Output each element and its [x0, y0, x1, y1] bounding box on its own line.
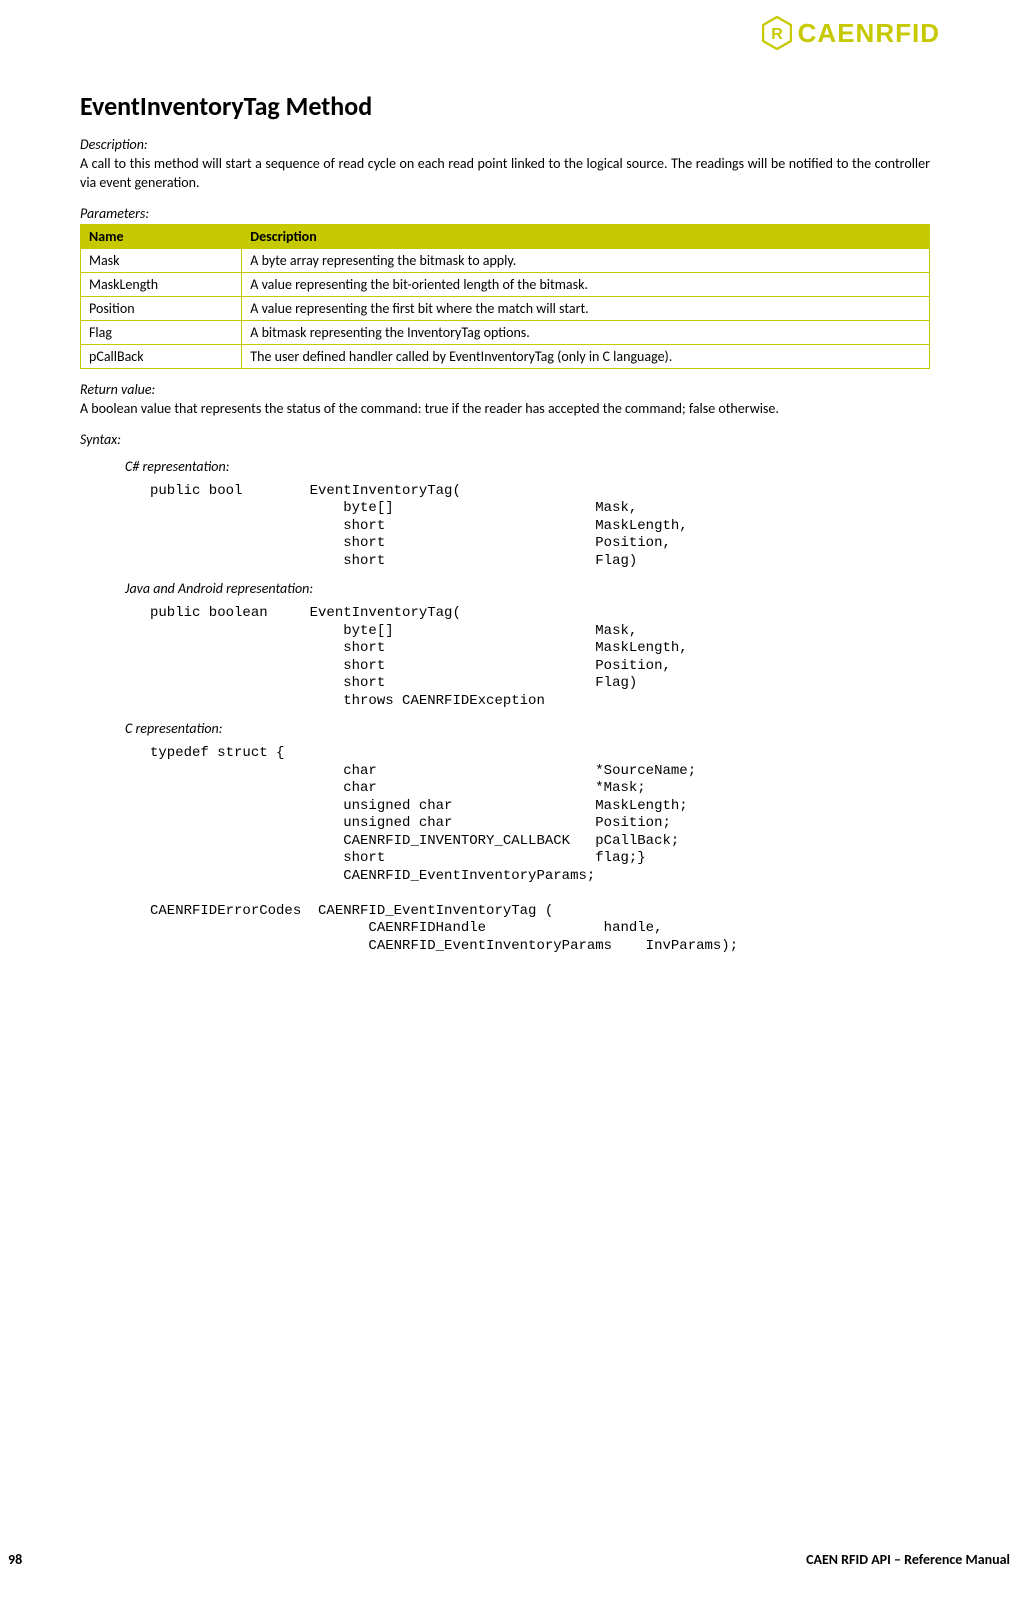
page-number: 98	[8, 1551, 22, 1568]
description-label: Description:	[80, 136, 930, 153]
csharp-code: public bool EventInventoryTag( byte[] Ma…	[150, 483, 930, 571]
return-label: Return value:	[80, 381, 930, 398]
syntax-label: Syntax:	[80, 431, 930, 448]
return-text: A boolean value that represents the stat…	[80, 400, 930, 419]
java-code: public boolean EventInventoryTag( byte[]…	[150, 605, 930, 710]
c-label: C representation:	[125, 720, 930, 737]
page-content: EventInventoryTag Method Description: A …	[80, 90, 930, 955]
footer: 98 CAEN RFID API – Reference Manual	[0, 1551, 1010, 1568]
description-text: A call to this method will start a seque…	[80, 155, 930, 193]
c-code: typedef struct { char *SourceName; char …	[150, 745, 930, 955]
java-label: Java and Android representation:	[125, 580, 930, 597]
hex-icon: R	[762, 16, 792, 50]
table-row: MaskA byte array representing the bitmas…	[81, 248, 930, 272]
csharp-label: C# representation:	[125, 458, 930, 475]
table-header-row: Name Description	[81, 224, 930, 248]
table-row: MaskLengthA value representing the bit-o…	[81, 272, 930, 296]
page-title: EventInventoryTag Method	[80, 90, 930, 122]
parameters-table: Name Description MaskA byte array repres…	[80, 224, 930, 369]
col-desc: Description	[242, 224, 930, 248]
brand-logo: R CAENRFID	[762, 16, 940, 50]
table-row: PositionA value representing the first b…	[81, 296, 930, 320]
col-name: Name	[81, 224, 242, 248]
table-row: FlagA bitmask representing the Inventory…	[81, 320, 930, 344]
brand-text: CAENRFID	[798, 18, 940, 49]
manual-title: CAEN RFID API – Reference Manual	[806, 1551, 1010, 1568]
svg-text:R: R	[771, 26, 783, 43]
table-row: pCallBackThe user defined handler called…	[81, 344, 930, 368]
parameters-label: Parameters:	[80, 205, 930, 222]
